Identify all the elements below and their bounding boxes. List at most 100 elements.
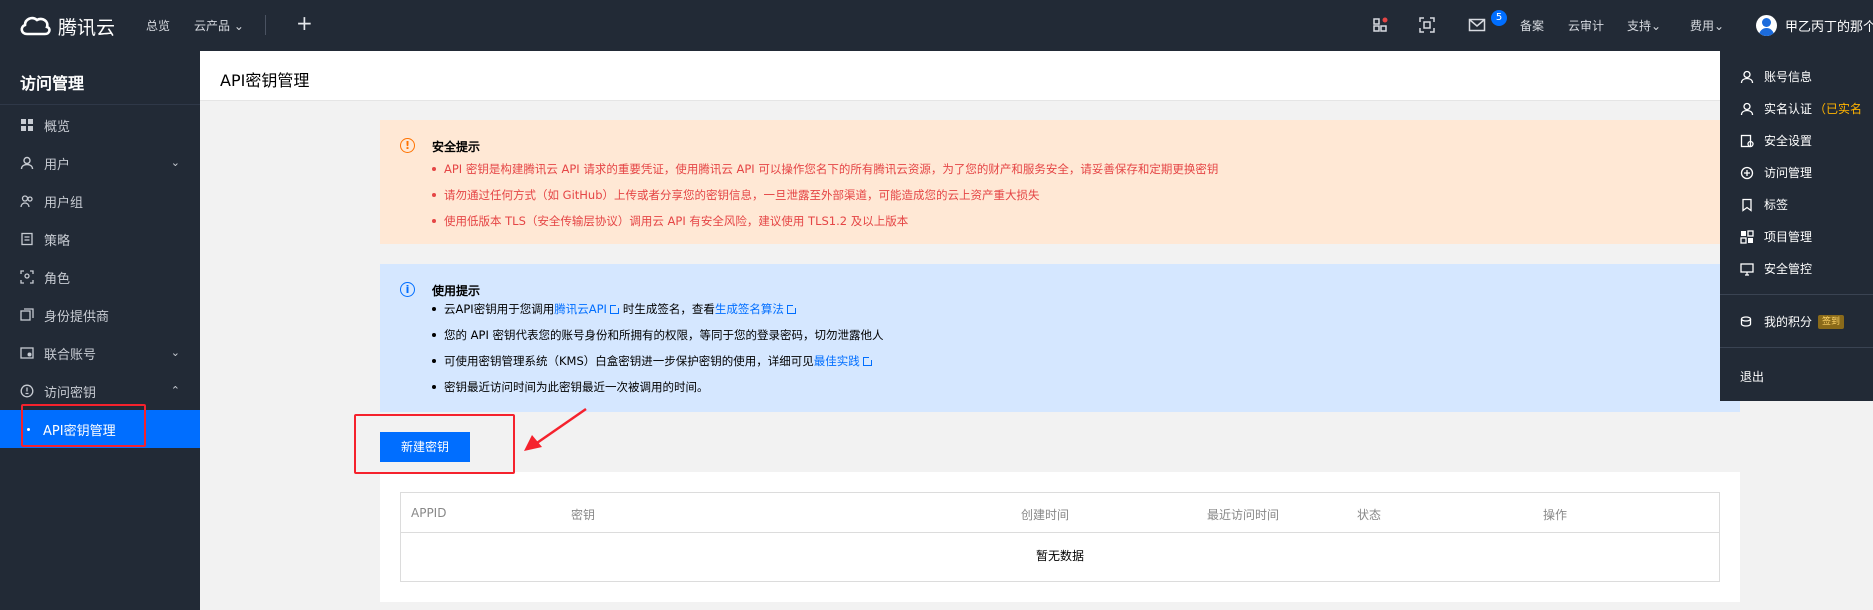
sidebar: 访问管理 概览 用户 ⌄ 用户组 策略 角色 身份提供商 联合账号 ⌄ 访问密钥…: [0, 51, 200, 610]
signature-algorithm-link[interactable]: 生成签名算法: [715, 302, 784, 316]
brand-name: 腾讯云: [58, 16, 116, 39]
menu-item-label: 账号信息: [1764, 70, 1813, 84]
sidebar-item-user-groups[interactable]: 用户组: [0, 182, 200, 220]
nav-overview-link[interactable]: 总览: [146, 17, 170, 34]
usage-notice-alert: i 使用提示 云API密钥用于您调用腾讯云API 时生成签名，查看生成签名算法 您…: [380, 264, 1740, 412]
annotation-box-api-key-menu: [21, 404, 146, 447]
chevron-down-icon: ⌄: [1714, 19, 1725, 33]
column-header-appid: APPID: [411, 506, 447, 520]
sidebar-item-roles[interactable]: 角色: [0, 258, 200, 296]
grid-apps-icon[interactable]: [1372, 16, 1390, 34]
top-navigation-bar: 腾讯云 总览 云产品 ⌄ + 5 备案 云审计 支持⌄ 费用⌄ 甲乙丙丁的那个主: [0, 0, 1873, 51]
sidebar-item-label: 身份提供商: [44, 309, 110, 325]
chevron-down-icon: ⌄: [170, 346, 180, 359]
sidebar-item-label: 角色: [44, 271, 71, 287]
plus-icon[interactable]: +: [296, 11, 313, 35]
security-settings-icon: [1740, 134, 1754, 147]
user-icon: [1740, 70, 1754, 83]
info-icon: i: [400, 282, 415, 297]
user-name[interactable]: 甲乙丙丁的那个主: [1785, 16, 1873, 35]
sidebar-item-users[interactable]: 用户 ⌄: [0, 144, 200, 182]
account-dropdown-menu: 账号信息 实名认证 （已实名 安全设置 访问管理 标签 项目管理 安全管控 我的积…: [1720, 51, 1873, 401]
sidebar-divider: [0, 104, 200, 105]
nav-products-label: 云产品: [194, 19, 231, 33]
menu-item-security-settings[interactable]: 安全设置: [1740, 132, 1812, 149]
page-header: API密钥管理: [200, 51, 1873, 101]
alert-list-item: 使用低版本 TLS（安全传输层协议）调用云 API 有安全风险，建议使用 TLS…: [432, 213, 908, 229]
api-key-table: APPID 密钥 创建时间 最近访问时间 状态 操作 暂无数据: [400, 492, 1720, 582]
nav-billing-menu[interactable]: 费用⌄: [1690, 17, 1724, 34]
nav-divider: [265, 15, 266, 35]
menu-item-account-info[interactable]: 账号信息: [1740, 68, 1812, 85]
warning-icon: !: [400, 138, 415, 153]
menu-item-real-name-auth[interactable]: 实名认证 （已实名: [1740, 100, 1862, 117]
table-empty-state: 暂无数据: [1035, 549, 1084, 563]
cloud-logo-icon: [20, 16, 51, 36]
access-management-icon: [1740, 166, 1754, 179]
nav-support-menu[interactable]: 支持⌄: [1627, 17, 1661, 34]
alert-list-item: 请勿通过任何方式（如 GitHub）上传或者分享您的密钥信息，一旦泄露至外部渠道…: [432, 187, 1040, 203]
menu-item-label: 我的积分: [1764, 315, 1813, 329]
alert-title: 使用提示: [432, 284, 481, 298]
bookmark-tag-icon: [1742, 198, 1752, 212]
menu-item-label: 实名认证: [1764, 102, 1813, 116]
qr-code-icon[interactable]: [1418, 16, 1436, 34]
sidebar-item-label: 联合账号: [44, 347, 97, 363]
nav-cloud-audit-link[interactable]: 云审计: [1568, 17, 1604, 34]
menu-item-project-management[interactable]: 项目管理: [1740, 228, 1812, 245]
best-practice-link[interactable]: 最佳实践: [814, 354, 860, 368]
avatar[interactable]: [1756, 15, 1777, 36]
column-header-last-accessed: 最近访问时间: [1207, 508, 1280, 522]
column-header-actions: 操作: [1543, 508, 1568, 522]
alert-item-text: 您的 API 密钥代表您的账号身份和所拥有的权限，等同于您的登录密码，切勿泄露他…: [444, 328, 884, 342]
sidebar-item-overview[interactable]: 概览: [0, 106, 200, 144]
user-icon: [20, 156, 34, 170]
alert-list-item: 您的 API 密钥代表您的账号身份和所拥有的权限，等同于您的登录密码，切勿泄露他…: [432, 327, 884, 343]
sidebar-item-label: 用户: [44, 157, 71, 173]
sidebar-item-federated-accounts[interactable]: 联合账号 ⌄: [0, 334, 200, 372]
alert-item-text: API 密钥是构建腾讯云 API 请求的重要凭证，使用腾讯云 API 可以操作您…: [444, 162, 1219, 176]
menu-item-tags[interactable]: 标签: [1740, 196, 1788, 213]
menu-item-security-control[interactable]: 安全管控: [1740, 260, 1812, 277]
nav-products-menu[interactable]: 云产品 ⌄: [194, 17, 244, 34]
security-notice-alert: ! 安全提示 API 密钥是构建腾讯云 API 请求的重要凭证，使用腾讯云 AP…: [380, 120, 1740, 244]
annotation-arrow-icon: [524, 407, 587, 451]
column-header-key: 密钥: [571, 508, 596, 522]
menu-item-label: 安全设置: [1764, 134, 1813, 148]
alert-list-item: 密钥最近访问时间为此密钥最近一次被调用的时间。: [432, 379, 709, 395]
sidebar-item-identity-providers[interactable]: 身份提供商: [0, 296, 200, 334]
logout-button[interactable]: 退出: [1740, 368, 1764, 385]
nav-beian-link[interactable]: 备案: [1520, 17, 1544, 34]
mail-icon[interactable]: [1468, 16, 1486, 34]
menu-item-label: 安全管控: [1764, 262, 1813, 276]
alert-item-text: 使用低版本 TLS（安全传输层协议）调用云 API 有安全风险，建议使用 TLS…: [444, 214, 909, 228]
checkin-tag[interactable]: 签到: [1818, 314, 1845, 329]
menu-item-access-management[interactable]: 访问管理: [1740, 164, 1812, 181]
nav-billing-label: 费用: [1690, 19, 1715, 33]
menu-item-label: 项目管理: [1764, 230, 1813, 244]
sidebar-item-label: 用户组: [44, 195, 84, 211]
external-link-icon: [786, 303, 798, 314]
alert-title: 安全提示: [432, 140, 481, 154]
tencent-cloud-api-link[interactable]: 腾讯云API: [554, 302, 607, 316]
federated-account-icon: [20, 347, 34, 359]
menu-divider: [1720, 294, 1873, 295]
tencent-cloud-logo[interactable]: 腾讯云: [18, 13, 115, 39]
chevron-down-icon: ⌄: [170, 156, 180, 169]
alert-item-text: 时生成签名，查看: [622, 302, 715, 316]
menu-item-label: 访问管理: [1764, 166, 1813, 180]
menu-divider: [1720, 347, 1873, 348]
menu-item-label: 标签: [1764, 198, 1789, 212]
annotation-box-create-button: [354, 414, 515, 474]
project-icon: [1740, 229, 1754, 244]
coins-icon: [1740, 315, 1752, 327]
sidebar-item-policies[interactable]: 策略: [0, 220, 200, 258]
api-key-table-panel: APPID 密钥 创建时间 最近访问时间 状态 操作 暂无数据: [380, 472, 1740, 602]
column-header-created: 创建时间: [1021, 508, 1070, 522]
menu-item-my-points[interactable]: 我的积分 签到: [1740, 313, 1845, 330]
alert-item-text: 云API密钥用于您调用: [444, 302, 555, 316]
page-title: API密钥管理: [220, 71, 310, 90]
verified-status: （已实名: [1814, 102, 1863, 116]
sidebar-item-label: 策略: [44, 233, 71, 249]
nav-support-label: 支持: [1627, 19, 1652, 33]
